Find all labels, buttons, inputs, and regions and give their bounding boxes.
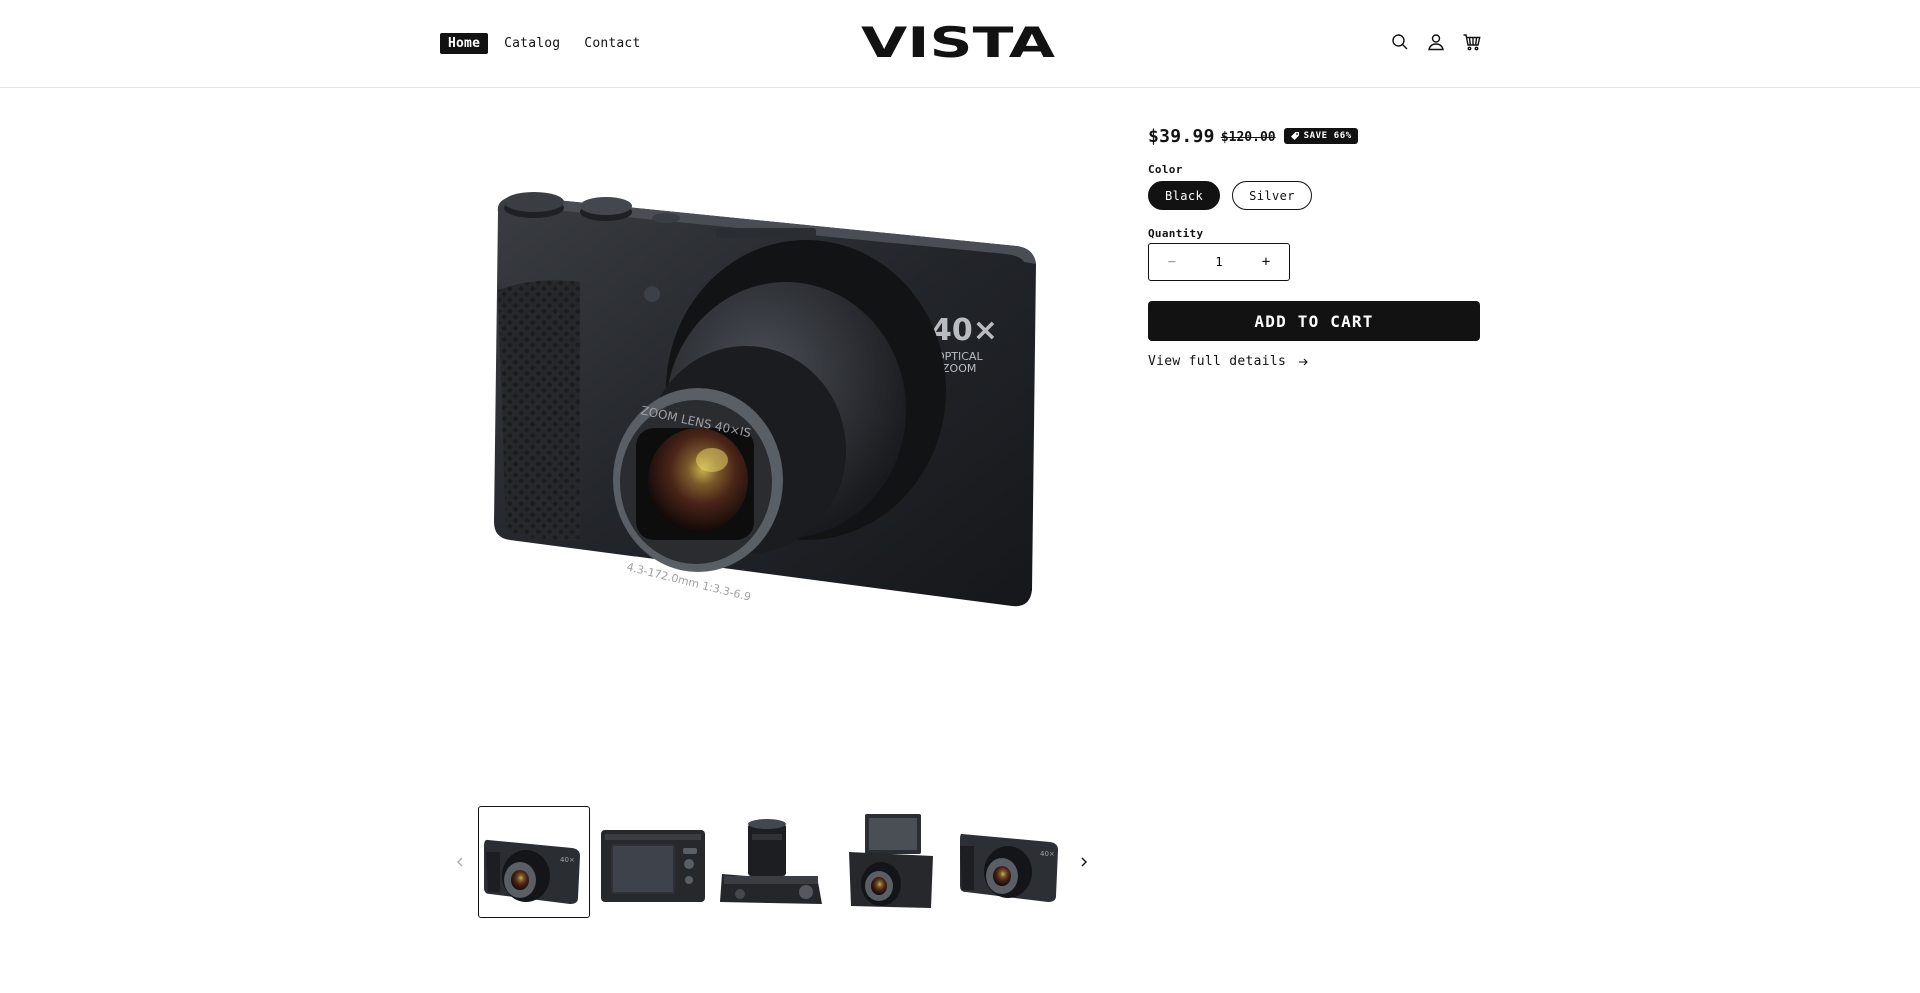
color-label: Color [1148, 163, 1183, 176]
price-row: $39.99 $120.00 SAVE 66% [1148, 124, 1480, 148]
quantity-increase-button[interactable]: + [1243, 244, 1289, 280]
cart-icon[interactable] [1460, 30, 1484, 54]
quantity-decrease-button[interactable]: − [1149, 244, 1195, 280]
thumbnail-list: 40× 40× [478, 806, 1066, 918]
product-image[interactable]: 40× OPTICAL ZOOM ZOOM LENS 40×IS 4.3-172… [476, 150, 1076, 650]
quantity-label: Quantity [1148, 227, 1204, 240]
color-option-black[interactable]: Black [1148, 181, 1221, 210]
compare-price: $120.00 [1220, 130, 1276, 145]
svg-text:40×: 40× [560, 856, 575, 864]
add-to-cart-button[interactable]: ADD TO CART [1148, 301, 1480, 341]
arrow-right-icon [1299, 358, 1308, 365]
svg-text:ZOOM: ZOOM [942, 362, 976, 375]
product-info: $39.99 $120.00 SAVE 66% Color Black Silv… [1148, 124, 1480, 369]
tag-icon [1290, 132, 1299, 140]
thumbnail-5[interactable]: 40× [954, 806, 1066, 918]
sale-price: $39.99 [1148, 125, 1215, 147]
view-details-link[interactable]: View full details [1148, 354, 1480, 369]
svg-text:40×: 40× [1040, 850, 1055, 858]
chevron-right-icon[interactable] [1072, 850, 1096, 874]
account-icon[interactable] [1424, 30, 1448, 54]
chevron-left-icon[interactable] [448, 850, 472, 874]
color-options: Black Silver [1148, 181, 1480, 210]
site-header: Home Catalog Contact VISTA [0, 0, 1920, 88]
nav-catalog[interactable]: Catalog [496, 33, 568, 54]
main-nav: Home Catalog Contact [440, 33, 648, 54]
svg-text:VISTA: VISTA [861, 22, 1056, 62]
quantity-stepper: − + [1148, 243, 1290, 281]
thumbnail-gallery: 40× 40× [448, 806, 1096, 918]
sale-badge-text: SAVE 66% [1303, 131, 1352, 141]
thumbnail-4[interactable] [835, 806, 947, 918]
view-details-label: View full details [1148, 354, 1287, 369]
header-icons [1388, 30, 1484, 54]
color-option-silver[interactable]: Silver [1232, 181, 1312, 210]
thumbnail-1[interactable]: 40× [478, 806, 590, 918]
search-icon[interactable] [1388, 30, 1412, 54]
nav-home[interactable]: Home [440, 33, 489, 54]
logo[interactable]: VISTA [860, 22, 1056, 62]
nav-contact[interactable]: Contact [576, 33, 648, 54]
quantity-input[interactable] [1199, 255, 1239, 269]
sale-badge: SAVE 66% [1283, 128, 1358, 144]
thumbnail-2[interactable] [597, 806, 709, 918]
svg-text:40×: 40× [931, 313, 998, 348]
thumbnail-3[interactable] [716, 806, 828, 918]
